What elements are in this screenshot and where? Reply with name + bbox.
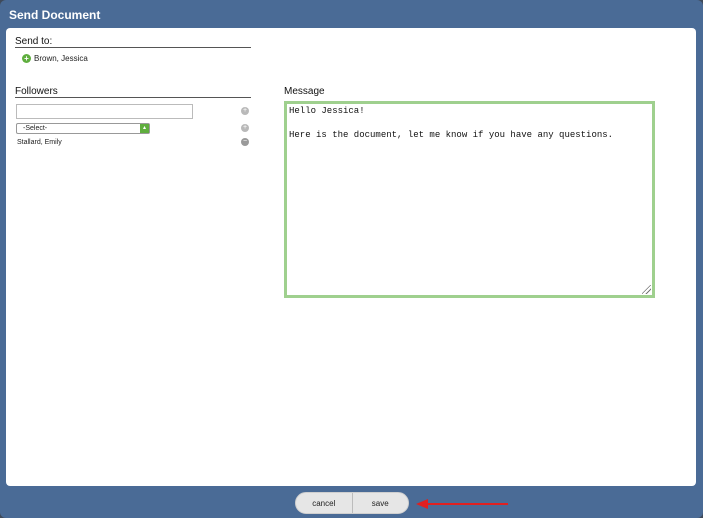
recipient-item[interactable]: + Brown, Jessica <box>22 54 88 63</box>
send-to-label: Send to: <box>15 36 53 47</box>
followers-label: Followers <box>15 86 58 97</box>
message-body: Hello Jessica! Here is the document, let… <box>289 106 614 140</box>
followers-divider <box>15 97 251 98</box>
send-document-dialog: Send Document Send to: + Brown, Jessica … <box>0 0 703 518</box>
message-textarea[interactable]: Hello Jessica! Here is the document, let… <box>284 101 655 298</box>
remove-follower-icon[interactable]: − <box>241 138 249 146</box>
follower-search-input[interactable] <box>16 104 193 119</box>
recipient-name: Brown, Jessica <box>34 54 88 63</box>
add-follower-icon[interactable]: + <box>241 107 249 115</box>
send-to-divider <box>15 47 251 48</box>
dialog-title: Send Document <box>9 8 101 22</box>
save-button[interactable]: save <box>351 493 409 513</box>
plus-circle-icon: + <box>22 54 31 63</box>
dialog-content: Send to: + Brown, Jessica Followers + -S… <box>6 28 696 486</box>
add-selected-follower-icon[interactable]: + <box>241 124 249 132</box>
message-label: Message <box>284 86 325 97</box>
chevron-updown-icon: ▴ <box>140 124 149 133</box>
resize-grip-icon[interactable] <box>642 285 651 294</box>
footer-button-group: cancel save <box>295 492 409 514</box>
red-arrow-icon <box>416 499 508 509</box>
follower-select-value: -Select- <box>23 125 48 132</box>
follower-item: Stallard, Emily <box>17 139 62 146</box>
cancel-button[interactable]: cancel <box>296 493 352 513</box>
follower-select[interactable]: -Select- ▴ <box>16 123 150 134</box>
